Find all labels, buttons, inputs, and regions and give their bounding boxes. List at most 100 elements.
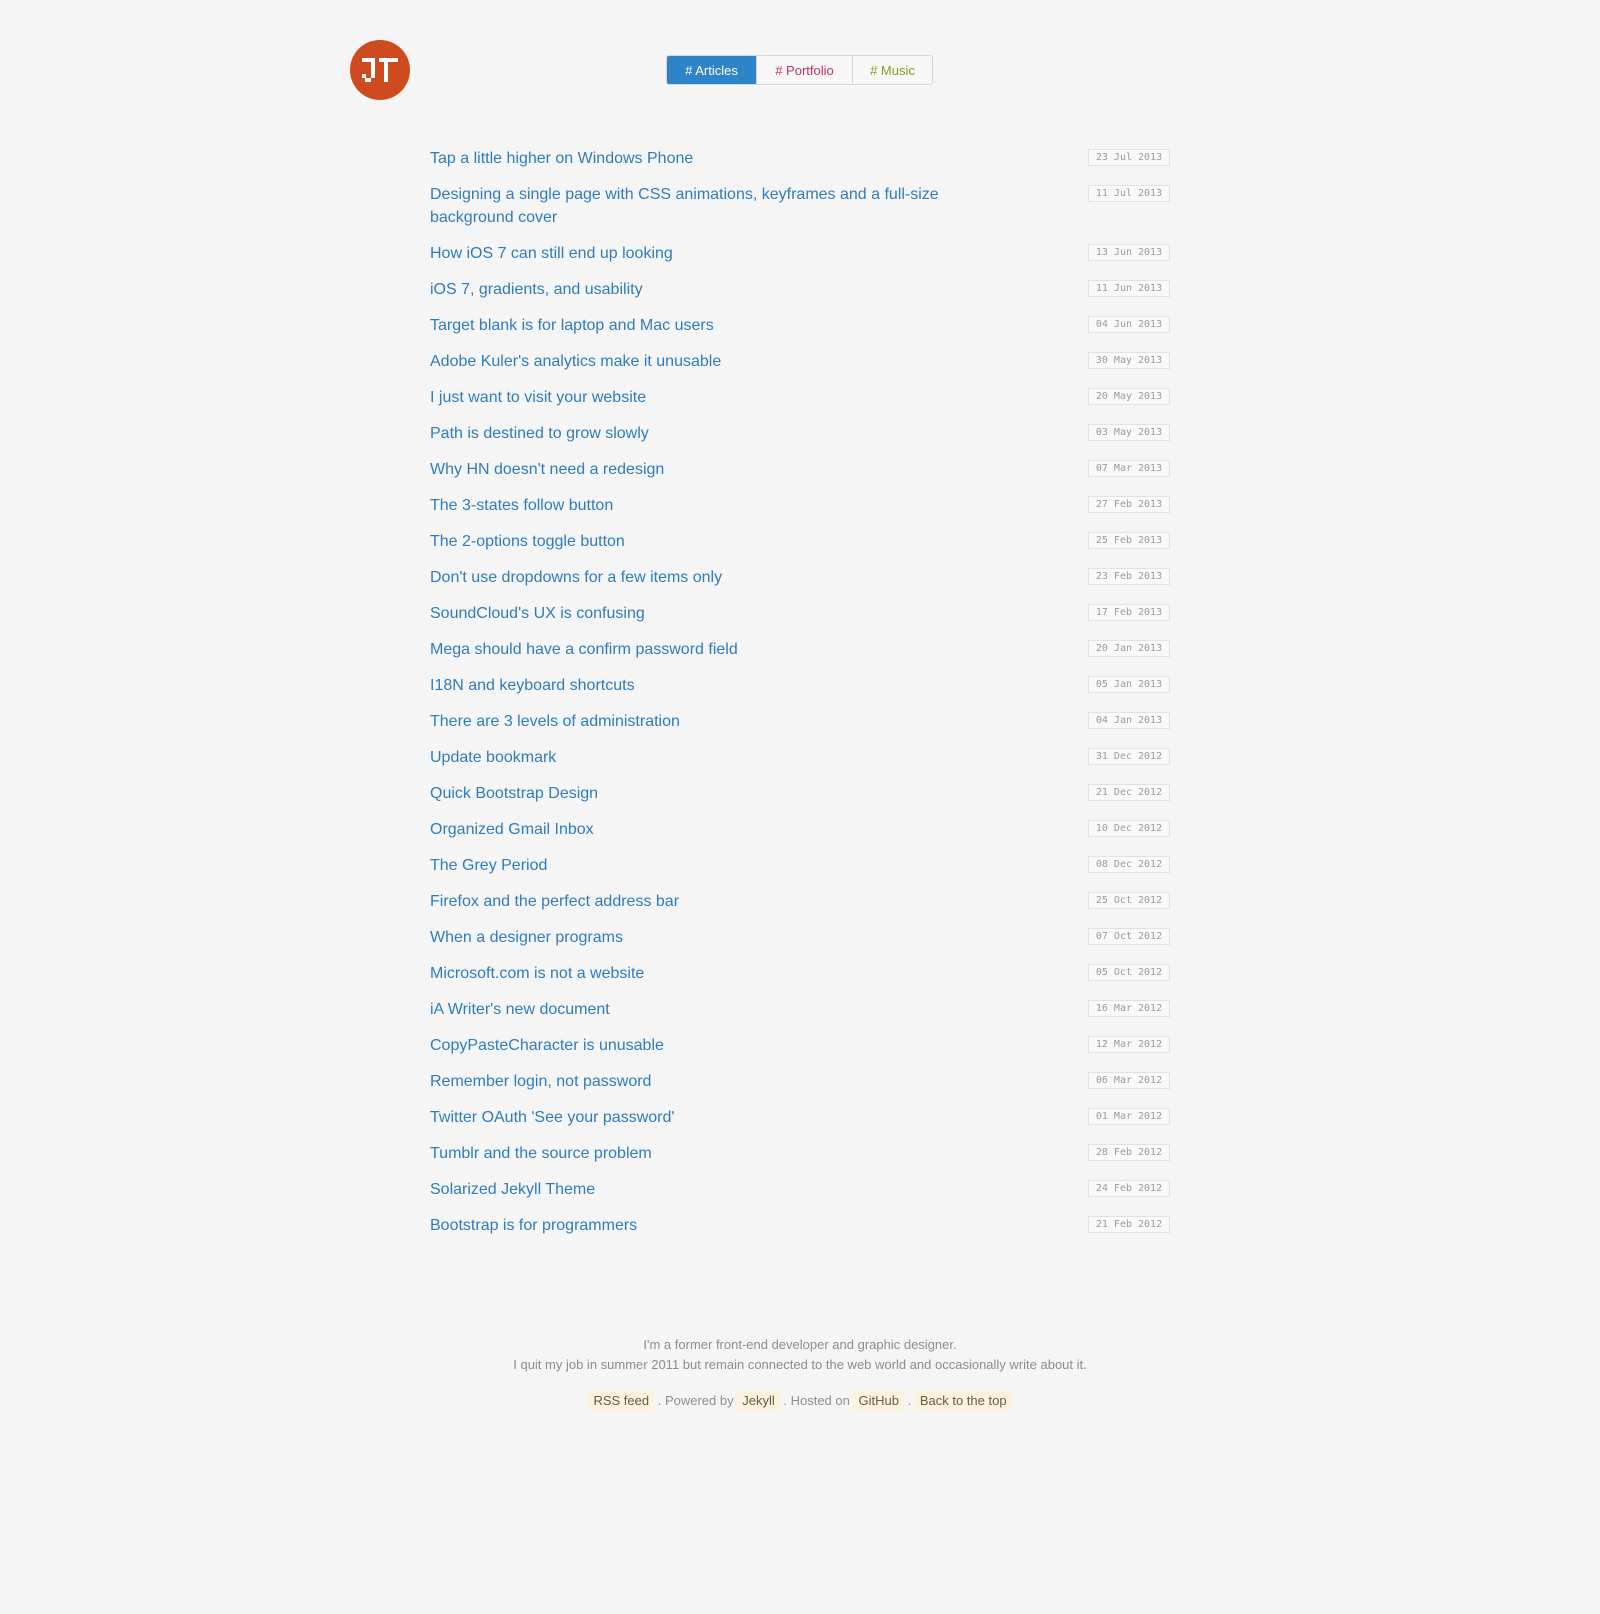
article-date-badge: 12 Mar 2012	[1088, 1036, 1170, 1053]
tab-music[interactable]: # Music	[853, 56, 932, 84]
article-date-badge: 13 Jun 2013	[1088, 244, 1170, 261]
article-date-badge: 25 Oct 2012	[1088, 892, 1170, 909]
article-title-link[interactable]: I just want to visit your website	[430, 386, 646, 409]
article-date-badge: 06 Mar 2012	[1088, 1072, 1170, 1089]
article-row: When a designer programs 07 Oct 2012	[430, 922, 1170, 958]
article-title-link[interactable]: I18N and keyboard shortcuts	[430, 674, 635, 697]
article-date-badge: 27 Feb 2013	[1088, 496, 1170, 513]
article-date-badge: 21 Dec 2012	[1088, 784, 1170, 801]
article-title-link[interactable]: CopyPasteCharacter is unusable	[430, 1034, 664, 1057]
article-title-link[interactable]: Twitter OAuth 'See your password'	[430, 1106, 674, 1129]
article-title-link[interactable]: Bootstrap is for programmers	[430, 1214, 637, 1237]
article-title-link[interactable]: How iOS 7 can still end up looking	[430, 242, 673, 265]
article-date-badge: 24 Feb 2012	[1088, 1180, 1170, 1197]
article-title-link[interactable]: Quick Bootstrap Design	[430, 782, 598, 805]
article-row: Adobe Kuler's analytics make it unusable…	[430, 346, 1170, 382]
article-title-link[interactable]: Tap a little higher on Windows Phone	[430, 147, 693, 170]
article-date-badge: 07 Mar 2013	[1088, 460, 1170, 477]
article-row: The Grey Period 08 Dec 2012	[430, 850, 1170, 886]
github-link[interactable]: GitHub	[853, 1390, 904, 1411]
tab-portfolio[interactable]: # Portfolio	[757, 56, 853, 84]
article-title-link[interactable]: Mega should have a confirm password fiel…	[430, 638, 738, 661]
article-row: Mega should have a confirm password fiel…	[430, 634, 1170, 670]
article-date-badge: 17 Feb 2013	[1088, 604, 1170, 621]
article-title-link[interactable]: iA Writer's new document	[430, 998, 610, 1021]
footer-separator: . Powered by	[657, 1393, 734, 1408]
article-row: I18N and keyboard shortcuts 05 Jan 2013	[430, 670, 1170, 706]
article-date-badge: 07 Oct 2012	[1088, 928, 1170, 945]
footer-separator: .	[907, 1393, 912, 1408]
article-row: Quick Bootstrap Design 21 Dec 2012	[430, 778, 1170, 814]
article-date-badge: 11 Jun 2013	[1088, 280, 1170, 297]
article-title-link[interactable]: Tumblr and the source problem	[430, 1142, 652, 1165]
article-date-badge: 20 May 2013	[1088, 388, 1170, 405]
article-title-link[interactable]: Target blank is for laptop and Mac users	[430, 314, 714, 337]
tab-articles[interactable]: # Articles	[667, 56, 757, 84]
article-date-badge: 31 Dec 2012	[1088, 748, 1170, 765]
article-row: iA Writer's new document 16 Mar 2012	[430, 994, 1170, 1030]
article-date-badge: 05 Jan 2013	[1088, 676, 1170, 693]
article-title-link[interactable]: Microsoft.com is not a website	[430, 962, 644, 985]
article-row: Path is destined to grow slowly 03 May 20…	[430, 418, 1170, 454]
footer-bio-line-2: I quit my job in summer 2011 but remain …	[513, 1357, 1087, 1372]
jt-monogram-icon	[362, 58, 398, 82]
article-title-link[interactable]: iOS 7, gradients, and usability	[430, 278, 643, 301]
article-date-badge: 25 Feb 2013	[1088, 532, 1170, 549]
article-date-badge: 05 Oct 2012	[1088, 964, 1170, 981]
jekyll-link[interactable]: Jekyll	[737, 1390, 780, 1411]
article-title-link[interactable]: Designing a single page with CSS animati…	[430, 183, 970, 229]
article-date-badge: 16 Mar 2012	[1088, 1000, 1170, 1017]
section-nav: # Articles # Portfolio # Music	[666, 55, 933, 85]
article-row: Firefox and the perfect address bar 25 Oc…	[430, 886, 1170, 922]
article-date-badge: 08 Dec 2012	[1088, 856, 1170, 873]
article-title-link[interactable]: The Grey Period	[430, 854, 547, 877]
article-list: Tap a little higher on Windows Phone 23 J…	[430, 143, 1170, 1246]
article-title-link[interactable]: When a designer programs	[430, 926, 623, 949]
article-date-badge: 03 May 2013	[1088, 424, 1170, 441]
article-title-link[interactable]: Organized Gmail Inbox	[430, 818, 594, 841]
article-date-badge: 10 Dec 2012	[1088, 820, 1170, 837]
article-date-badge: 23 Feb 2013	[1088, 568, 1170, 585]
article-date-badge: 01 Mar 2012	[1088, 1108, 1170, 1125]
article-date-badge: 28 Feb 2012	[1088, 1144, 1170, 1161]
article-row: Twitter OAuth 'See your password' 01 Mar …	[430, 1102, 1170, 1138]
footer-separator: . Hosted on	[783, 1393, 850, 1408]
article-row: Don't use dropdowns for a few items only…	[430, 562, 1170, 598]
article-row: Bootstrap is for programmers 21 Feb 2012	[430, 1210, 1170, 1246]
article-title-link[interactable]: Remember login, not password	[430, 1070, 651, 1093]
article-row: Solarized Jekyll Theme 24 Feb 2012	[430, 1174, 1170, 1210]
article-title-link[interactable]: SoundCloud's UX is confusing	[430, 602, 645, 625]
article-title-link[interactable]: Solarized Jekyll Theme	[430, 1178, 595, 1201]
article-title-link[interactable]: Adobe Kuler's analytics make it unusable	[430, 350, 721, 373]
article-row: Organized Gmail Inbox 10 Dec 2012	[430, 814, 1170, 850]
article-title-link[interactable]: The 2-options toggle button	[430, 530, 625, 553]
article-row: iOS 7, gradients, and usability 11 Jun 20…	[430, 274, 1170, 310]
article-row: Tap a little higher on Windows Phone 23 J…	[430, 143, 1170, 179]
rss-feed-link[interactable]: RSS feed	[588, 1390, 655, 1411]
article-date-badge: 04 Jan 2013	[1088, 712, 1170, 729]
article-row: SoundCloud's UX is confusing 17 Feb 2013	[430, 598, 1170, 634]
article-row: Remember login, not password 06 Mar 2012	[430, 1066, 1170, 1102]
article-title-link[interactable]: Path is destined to grow slowly	[430, 422, 649, 445]
article-date-badge: 30 May 2013	[1088, 352, 1170, 369]
article-row: Target blank is for laptop and Mac users…	[430, 310, 1170, 346]
article-row: There are 3 levels of administration 04 J…	[430, 706, 1170, 742]
article-title-link[interactable]: Don't use dropdowns for a few items only	[430, 566, 722, 589]
article-date-badge: 21 Feb 2012	[1088, 1216, 1170, 1233]
article-row: Why HN doesn't need a redesign 07 Mar 201…	[430, 454, 1170, 490]
footer-links: RSS feed . Powered by Jekyll . Hosted on…	[0, 1390, 1600, 1411]
article-title-link[interactable]: Why HN doesn't need a redesign	[430, 458, 664, 481]
site-logo[interactable]	[350, 40, 410, 100]
article-title-link[interactable]: Update bookmark	[430, 746, 556, 769]
article-title-link[interactable]: There are 3 levels of administration	[430, 710, 680, 733]
article-row: The 2-options toggle button 25 Feb 2013	[430, 526, 1170, 562]
article-row: Designing a single page with CSS animati…	[430, 179, 1170, 238]
footer: I'm a former front-end developer and gra…	[0, 1335, 1600, 1411]
article-date-badge: 23 Jul 2013	[1088, 149, 1170, 166]
article-date-badge: 04 Jun 2013	[1088, 316, 1170, 333]
article-row: How iOS 7 can still end up looking 13 Jun…	[430, 238, 1170, 274]
back-to-top-link[interactable]: Back to the top	[914, 1390, 1012, 1411]
article-title-link[interactable]: Firefox and the perfect address bar	[430, 890, 679, 913]
article-title-link[interactable]: The 3-states follow button	[430, 494, 613, 517]
article-row: Tumblr and the source problem 28 Feb 2012	[430, 1138, 1170, 1174]
